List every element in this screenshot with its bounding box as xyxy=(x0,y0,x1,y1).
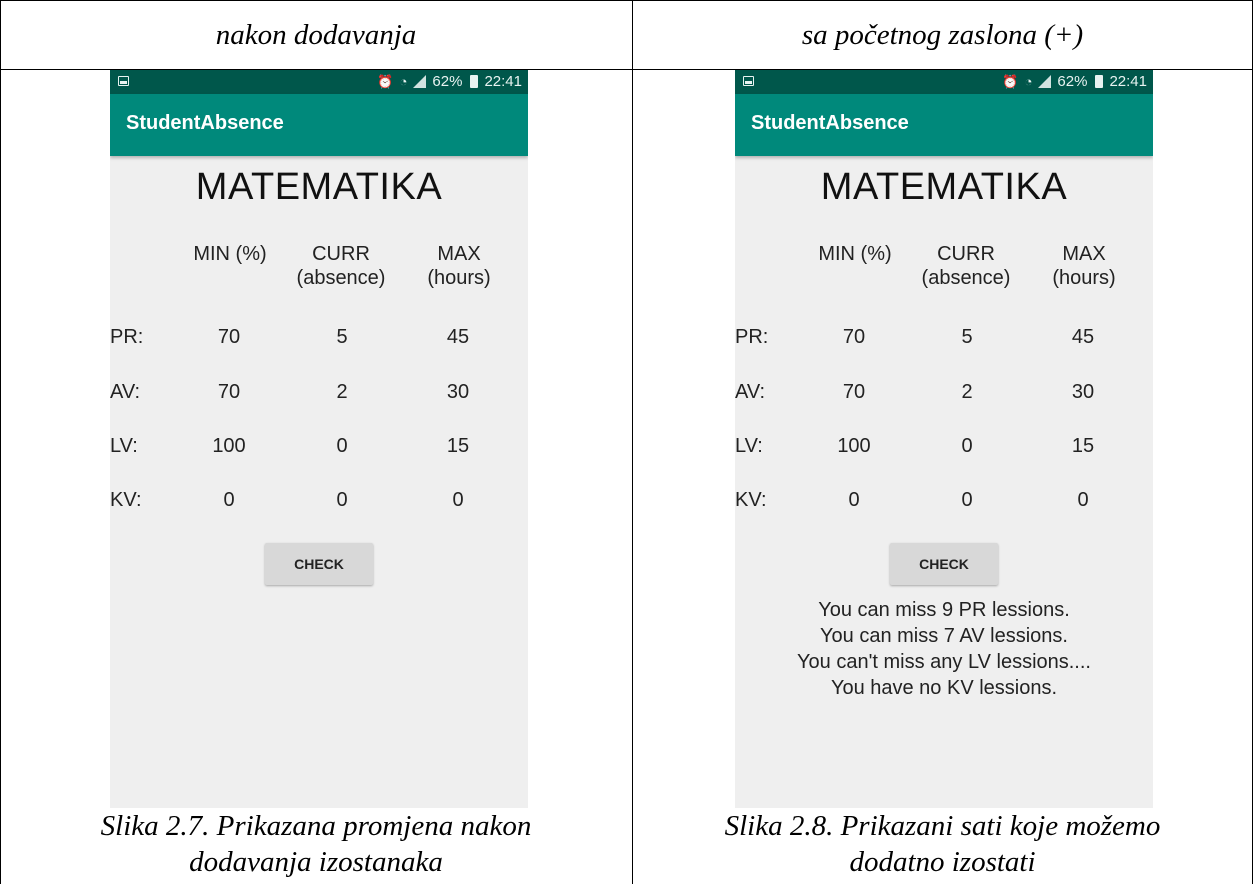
row-label-kv: KV: xyxy=(110,489,142,511)
status-time: 22:41 xyxy=(484,73,522,90)
figure-caption-right: Slika 2.8. Prikazani sati koje možemo do… xyxy=(633,808,1252,884)
image-notification-icon xyxy=(118,76,129,86)
column-min: MIN (%) xyxy=(175,242,285,266)
table-left-border xyxy=(0,0,1,884)
image-notification-icon xyxy=(743,76,754,86)
battery-percent: 62% xyxy=(432,73,463,90)
column-max-sublabel: (hours) xyxy=(427,267,491,289)
value-kv-curr[interactable]: 0 xyxy=(312,489,372,512)
column-header-left: nakon dodavanja xyxy=(215,18,417,51)
message-pr: You can miss 9 PR lessions. xyxy=(818,599,1070,621)
value-pr-max[interactable]: 45 xyxy=(428,326,488,349)
subject-title: MATEMATIKA xyxy=(195,166,443,208)
column-max-sublabel: (hours) xyxy=(1052,267,1116,289)
app-title: StudentAbsence xyxy=(751,112,909,134)
value-lv-min[interactable]: 100 xyxy=(824,435,884,458)
row-label-lv: LV: xyxy=(110,435,138,457)
value-lv-curr[interactable]: 0 xyxy=(937,435,997,458)
column-curr-sublabel: (absence) xyxy=(296,267,386,289)
status-time: 22:41 xyxy=(1109,73,1147,90)
row-label-av: AV: xyxy=(735,381,766,403)
row-label-av: AV: xyxy=(110,381,141,403)
column-max: MAX (hours) xyxy=(410,242,508,290)
value-pr-curr[interactable]: 5 xyxy=(312,326,372,349)
column-min-label: MIN (%) xyxy=(193,243,267,265)
message-av: You can miss 7 AV lessions. xyxy=(820,625,1068,647)
app-title: StudentAbsence xyxy=(126,112,284,134)
message-kv: You have no KV lessions. xyxy=(830,677,1058,699)
value-pr-min[interactable]: 70 xyxy=(199,326,259,349)
column-max-label: MAX xyxy=(437,243,481,265)
alarm-icon: ⏰ xyxy=(1002,73,1019,89)
value-lv-max[interactable]: 15 xyxy=(1053,435,1113,458)
caption-line-1: Slika 2.8. Prikazani sati koje možemo xyxy=(724,810,1161,842)
signal-icon xyxy=(413,75,427,88)
value-kv-min[interactable]: 0 xyxy=(824,489,884,512)
value-lv-max[interactable]: 15 xyxy=(428,435,488,458)
phone-screenshot-right: ⏰ ◔ 62% 22:41 StudentAbsence MATEMATIKA … xyxy=(735,70,1153,808)
column-curr-label: CURR xyxy=(937,243,995,265)
value-av-curr[interactable]: 2 xyxy=(312,381,372,404)
value-kv-curr[interactable]: 0 xyxy=(937,489,997,512)
battery-charging-icon xyxy=(470,75,479,88)
value-av-max[interactable]: 30 xyxy=(428,381,488,404)
column-curr: CURR (absence) xyxy=(285,242,397,290)
wifi-icon: ◔ xyxy=(399,74,408,89)
wifi-icon: ◔ xyxy=(1024,74,1033,89)
status-bar: ⏰ ◔ 62% 22:41 xyxy=(735,70,1153,94)
battery-percent: 62% xyxy=(1057,73,1088,90)
caption-line-1: Slika 2.7. Prikazana promjena nakon xyxy=(100,810,532,842)
table-middle-border xyxy=(632,0,633,884)
column-min-label: MIN (%) xyxy=(818,243,892,265)
message-lv: You can't miss any LV lessions.... xyxy=(797,651,1091,673)
battery-charging-icon xyxy=(1095,75,1104,88)
value-pr-curr[interactable]: 5 xyxy=(937,326,997,349)
column-max-label: MAX xyxy=(1062,243,1106,265)
check-button[interactable]: CHECK xyxy=(265,543,373,585)
value-kv-max[interactable]: 0 xyxy=(428,489,488,512)
check-button[interactable]: CHECK xyxy=(890,543,998,585)
figure-caption-left: Slika 2.7. Prikazana promjena nakon doda… xyxy=(0,808,632,884)
subject-title: MATEMATIKA xyxy=(820,166,1068,208)
phone-screenshot-left: ⏰ ◔ 62% 22:41 StudentAbsence MATEMATIKA … xyxy=(110,70,528,808)
result-messages: You can miss 9 PR lessions. You can miss… xyxy=(735,597,1153,701)
value-kv-min[interactable]: 0 xyxy=(199,489,259,512)
value-av-curr[interactable]: 2 xyxy=(937,381,997,404)
app-bar: StudentAbsence xyxy=(110,94,528,156)
status-bar: ⏰ ◔ 62% 22:41 xyxy=(110,70,528,94)
row-label-kv: KV: xyxy=(735,489,767,511)
value-pr-max[interactable]: 45 xyxy=(1053,326,1113,349)
caption-line-2: dodatno izostati xyxy=(849,846,1036,878)
column-curr-sublabel: (absence) xyxy=(921,267,1011,289)
alarm-icon: ⏰ xyxy=(377,73,394,89)
value-av-min[interactable]: 70 xyxy=(824,381,884,404)
column-curr: CURR (absence) xyxy=(910,242,1022,290)
row-label-pr: PR: xyxy=(735,326,769,348)
value-kv-max[interactable]: 0 xyxy=(1053,489,1113,512)
value-lv-curr[interactable]: 0 xyxy=(312,435,372,458)
column-max: MAX (hours) xyxy=(1035,242,1133,290)
signal-icon xyxy=(1038,75,1052,88)
row-label-pr: PR: xyxy=(110,326,144,348)
column-curr-label: CURR xyxy=(312,243,370,265)
column-min: MIN (%) xyxy=(800,242,910,266)
app-bar: StudentAbsence xyxy=(735,94,1153,156)
caption-line-2: dodavanja izostanaka xyxy=(189,846,443,878)
value-pr-min[interactable]: 70 xyxy=(824,326,884,349)
row-label-lv: LV: xyxy=(735,435,763,457)
value-av-max[interactable]: 30 xyxy=(1053,381,1113,404)
value-lv-min[interactable]: 100 xyxy=(199,435,259,458)
value-av-min[interactable]: 70 xyxy=(199,381,259,404)
column-header-right: sa početnog zaslona (+) xyxy=(801,18,1084,51)
